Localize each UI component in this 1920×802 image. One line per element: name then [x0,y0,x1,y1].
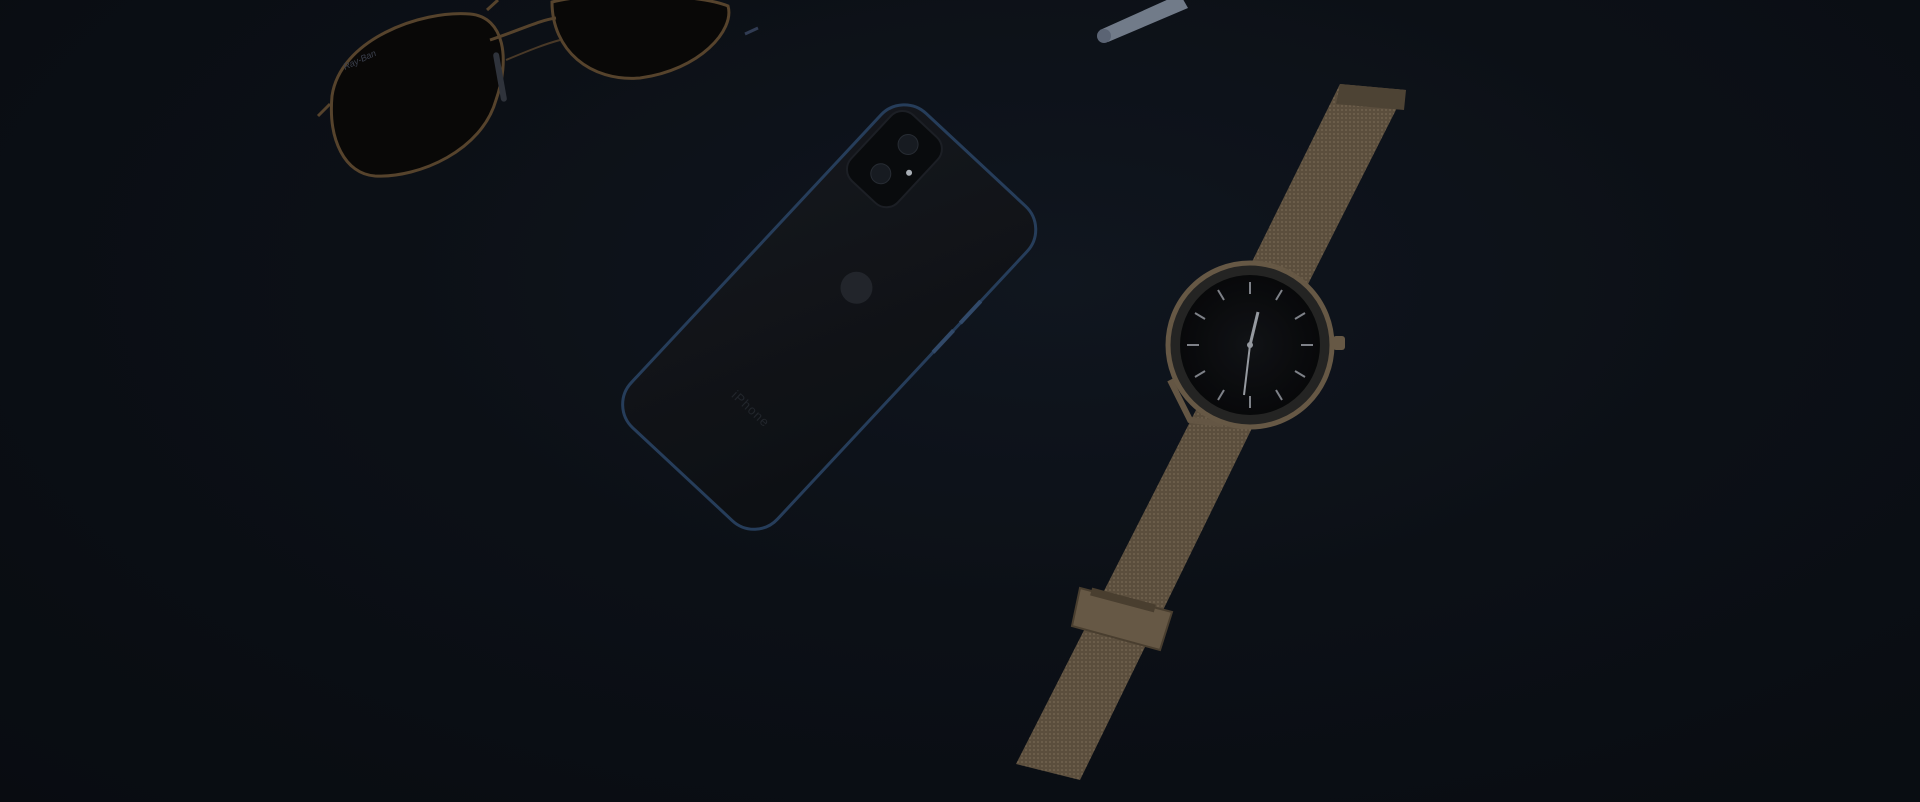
product-photo-scene: Ray-Ban iPhone [0,0,1920,802]
photo-canvas: Ray-Ban iPhone [0,0,1920,802]
